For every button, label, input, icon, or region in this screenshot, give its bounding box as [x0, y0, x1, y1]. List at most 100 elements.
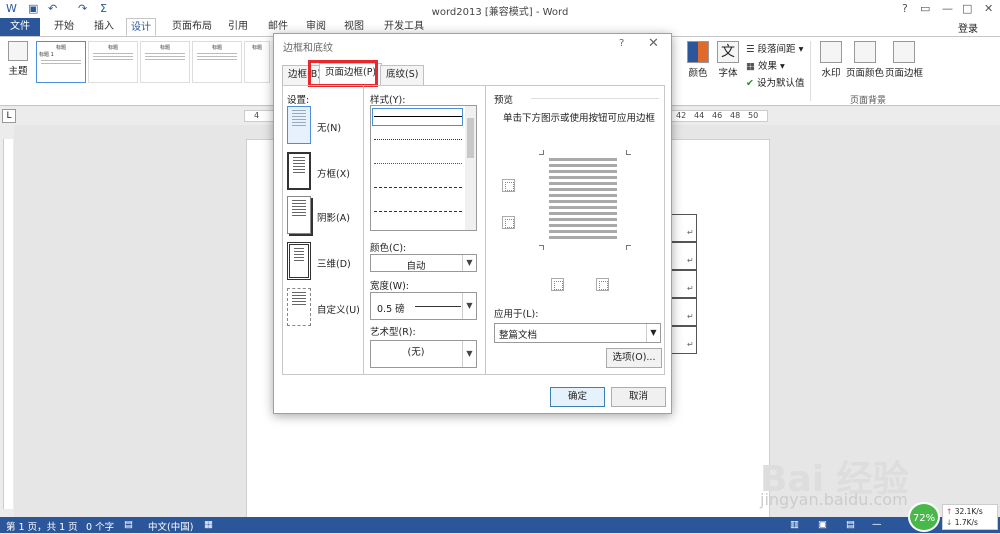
colors-button[interactable]: 颜色: [684, 41, 712, 79]
paragraph-spacing-icon: ☰: [746, 44, 758, 55]
setting-custom[interactable]: 自定义(U): [286, 288, 366, 328]
cancel-button[interactable]: 取消: [611, 387, 666, 407]
vertical-ruler-strip: [3, 139, 13, 509]
word-count[interactable]: 0 个字: [86, 519, 114, 533]
web-layout-icon[interactable]: ▤: [846, 519, 855, 530]
line-style-solid[interactable]: [374, 116, 462, 117]
setting-box[interactable]: 方框(X): [286, 152, 366, 192]
thumb-title: 标题: [55, 45, 66, 51]
left-border-button[interactable]: [551, 278, 564, 291]
tab-references[interactable]: 引用: [224, 18, 252, 36]
help-button[interactable]: ?: [902, 2, 908, 15]
line-style-dotted[interactable]: [374, 139, 462, 140]
preview-page[interactable]: [539, 150, 631, 250]
style-set-thumb[interactable]: 标题: [88, 41, 138, 83]
line-style-dash-dot[interactable]: [374, 211, 462, 212]
tab-insert[interactable]: 插入: [90, 18, 118, 36]
setting-shadow-icon: [287, 196, 311, 234]
art-select[interactable]: (无) ▼: [370, 340, 477, 368]
dialog-close-button[interactable]: ✕: [648, 36, 659, 51]
color-select[interactable]: 自动 ▼: [370, 254, 477, 272]
watermark-button[interactable]: 水印: [816, 41, 846, 79]
print-layout-icon[interactable]: ▣: [818, 519, 827, 530]
dialog-help-button[interactable]: ?: [619, 38, 624, 49]
preview-line: [549, 182, 617, 185]
title-bar: W ▣ ↶ ↷ Σ word2013 [兼容模式] - Word ? ▭ — □…: [0, 0, 1000, 18]
setting-none[interactable]: 无(N): [286, 106, 366, 146]
maximize-button[interactable]: □: [962, 2, 972, 15]
apply-to-select[interactable]: 整篇文档 ▼: [494, 323, 661, 343]
thumb-line: [145, 59, 185, 60]
paragraph-mark: ↵: [687, 228, 694, 237]
ribbon-display-button[interactable]: ▭: [920, 2, 930, 15]
thumb-title: 标题: [251, 45, 262, 51]
thumb-line: [93, 59, 133, 60]
column-divider: [363, 86, 364, 374]
setting-box-label: 方框(X): [317, 169, 350, 180]
color-label: 颜色(C):: [370, 243, 407, 254]
tab-home[interactable]: 开始: [50, 18, 78, 36]
setting-shadow[interactable]: 阴影(A): [286, 196, 366, 236]
preview-line: [549, 170, 617, 173]
top-border-button[interactable]: [502, 179, 515, 192]
thumb-title: 标题: [211, 45, 222, 51]
fonts-button[interactable]: 文 字体: [714, 41, 742, 79]
page-count[interactable]: 第 1 页，共 1 页: [6, 519, 78, 533]
chevron-down-icon: ▼: [462, 341, 476, 367]
borders-shading-dialog: 边框和底纹 ? ✕ 边框(B) 页面边框(P) 底纹(S) 设置: 无(N) 方…: [273, 33, 672, 414]
line-style-dashed[interactable]: [374, 187, 462, 188]
tab-selector[interactable]: L: [2, 109, 16, 123]
selected-style-box: [372, 108, 463, 126]
line-style-fine-dotted[interactable]: [374, 163, 462, 164]
width-select[interactable]: 0.5 磅 ▼: [370, 292, 477, 320]
art-select-value: (无): [407, 347, 425, 358]
line-style-list[interactable]: [370, 105, 477, 231]
language-status[interactable]: 中文(中国): [148, 519, 193, 533]
preview-line: [549, 188, 617, 191]
paragraph-mark: ↵: [687, 312, 694, 321]
preview-line: [549, 164, 617, 167]
theme-button[interactable]: 主题: [4, 41, 32, 77]
login-link[interactable]: 登录: [958, 20, 978, 35]
tab-design[interactable]: 设计: [126, 18, 156, 36]
chevron-down-icon: ▼: [646, 324, 660, 342]
setting-none-icon: [287, 106, 311, 144]
read-mode-icon[interactable]: ▥: [790, 519, 799, 530]
corner-mark: [626, 245, 631, 250]
scrollbar-thumb[interactable]: [467, 118, 474, 158]
paragraph-spacing-button[interactable]: ☰ 段落间距 ▾: [746, 41, 803, 55]
preview-label: 预览: [494, 95, 514, 106]
style-set-thumb[interactable]: 标题 标题 1: [36, 41, 86, 83]
setting-3d-label: 三维(D): [317, 259, 351, 270]
right-border-button[interactable]: [596, 278, 609, 291]
thumb-line: [93, 56, 133, 57]
ok-button[interactable]: 确定: [550, 387, 605, 407]
thumb-title: 标题: [107, 45, 118, 51]
set-default-button[interactable]: ✔ 设为默认值: [746, 75, 805, 89]
tab-file[interactable]: 文件: [0, 18, 40, 36]
macro-icon[interactable]: ▦: [204, 519, 213, 530]
zoom-out-icon[interactable]: —: [872, 519, 882, 530]
setting-custom-icon: [287, 288, 311, 326]
width-sample-line: [415, 306, 461, 307]
setting-3d[interactable]: 三维(D): [286, 242, 366, 282]
style-set-thumb[interactable]: 标题: [140, 41, 190, 83]
bottom-border-button[interactable]: [502, 216, 515, 229]
page-border-button[interactable]: 页面边框: [884, 41, 924, 79]
close-button[interactable]: ✕: [984, 2, 993, 15]
style-set-thumb[interactable]: 标题: [192, 41, 242, 83]
options-button[interactable]: 选项(O)...: [606, 348, 662, 368]
effects-button[interactable]: ▦ 效果 ▾: [746, 58, 785, 72]
style-set-thumb[interactable]: 标题: [244, 41, 270, 83]
thumb-line: [197, 56, 237, 57]
page-color-button[interactable]: 页面颜色: [846, 41, 884, 79]
setting-3d-icon: [287, 242, 311, 280]
tab-layout[interactable]: 页面布局: [168, 18, 216, 36]
setting-custom-label: 自定义(U): [317, 305, 360, 316]
setting-shadow-label: 阴影(A): [317, 213, 350, 224]
minimize-button[interactable]: —: [942, 2, 953, 15]
style-list-scrollbar[interactable]: [465, 106, 476, 230]
tab-shading[interactable]: 底纹(S): [380, 65, 425, 85]
proofing-icon[interactable]: ▤: [124, 519, 133, 530]
ruler-number: 44: [694, 111, 705, 120]
